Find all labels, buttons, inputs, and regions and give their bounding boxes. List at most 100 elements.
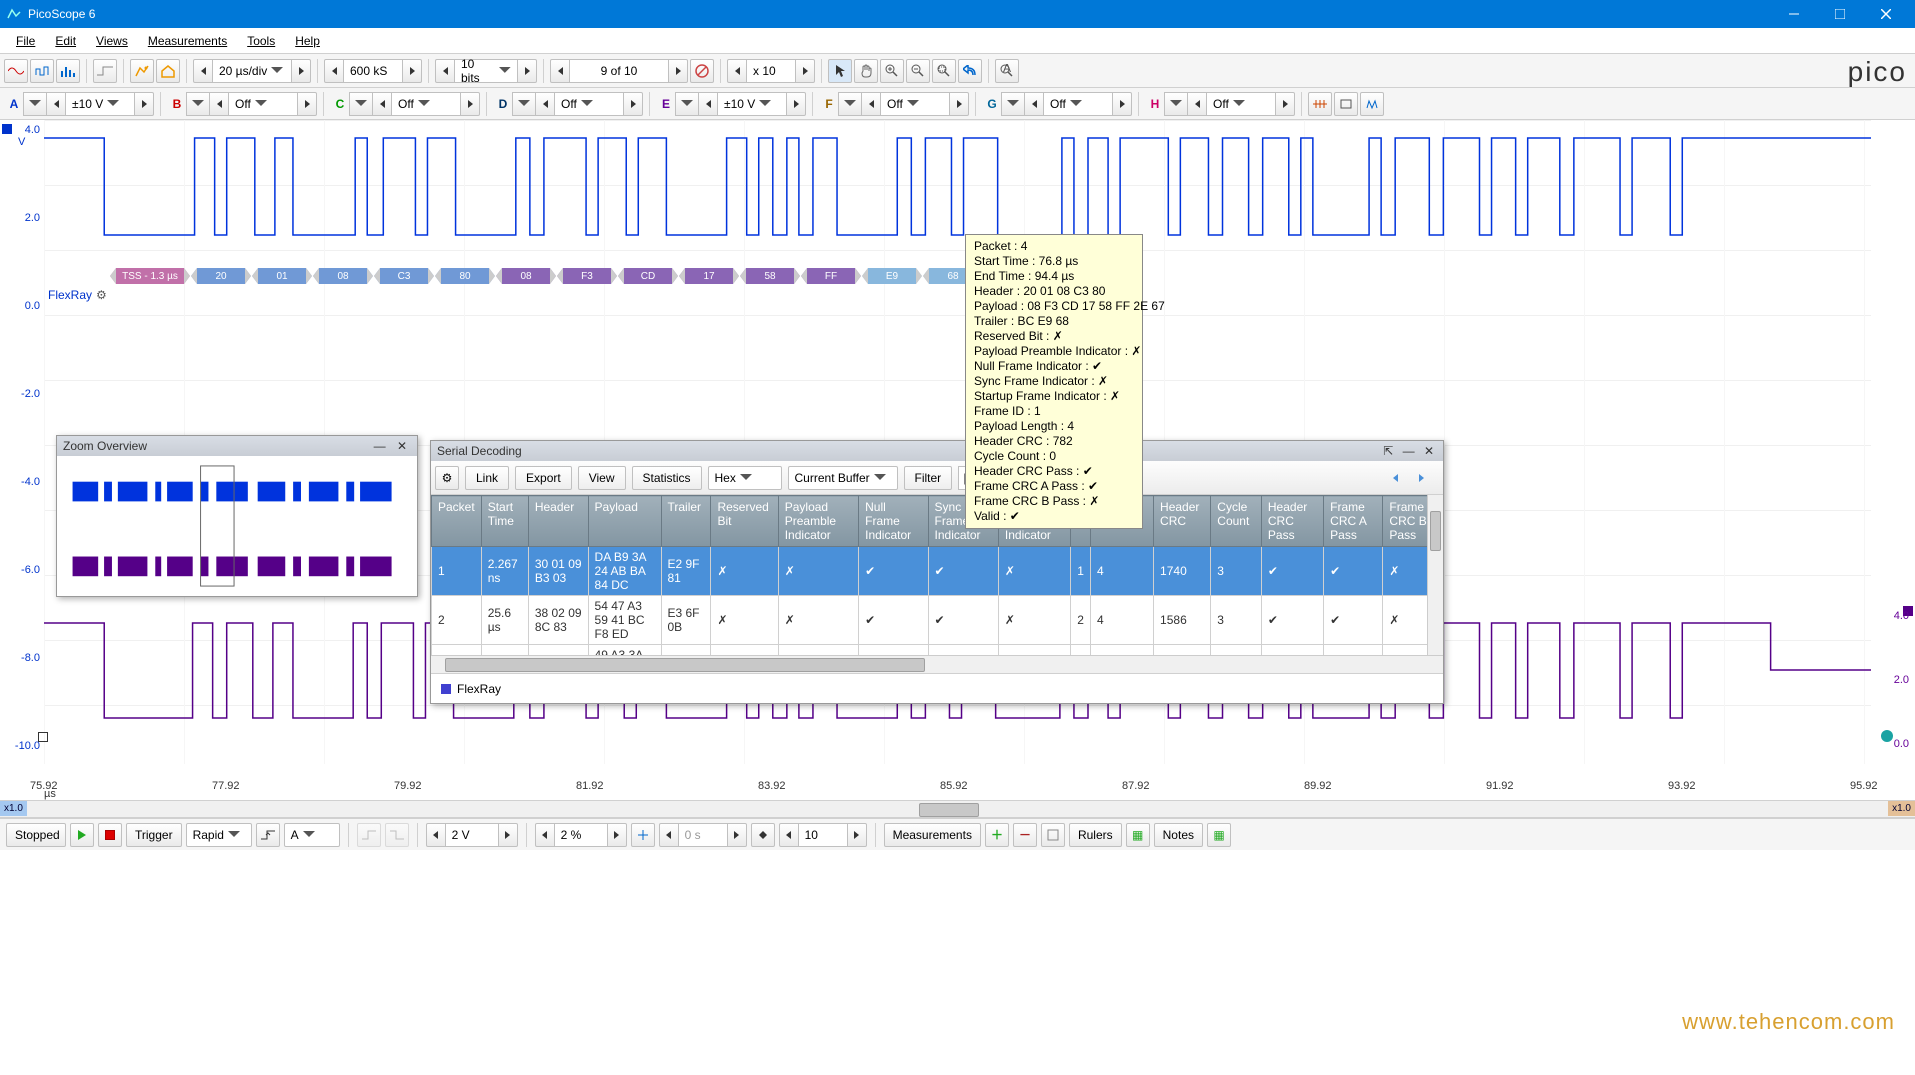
- maximize-button[interactable]: [1817, 0, 1863, 28]
- pretrigger-reset-icon[interactable]: [631, 823, 655, 847]
- channel-b-range[interactable]: Off: [228, 92, 298, 116]
- decode-band[interactable]: TSS - 1.3 µs200108C38008F3CD1758FFE968: [110, 268, 1761, 284]
- channel-c-range-next[interactable]: [460, 92, 480, 116]
- trigger-marker-icon[interactable]: [751, 823, 775, 847]
- serial-buffer-select[interactable]: Current Buffer: [788, 466, 898, 490]
- menu-tools[interactable]: Tools: [237, 30, 285, 52]
- menu-edit[interactable]: Edit: [45, 30, 86, 52]
- serial-pin-icon[interactable]: ⇱: [1380, 444, 1396, 458]
- measurements-add-icon[interactable]: ＋: [985, 823, 1009, 847]
- count-prev[interactable]: [779, 823, 799, 847]
- pointer-tool-icon[interactable]: [828, 59, 852, 83]
- table-header-cell[interactable]: Header CRC: [1154, 496, 1211, 547]
- delay-next[interactable]: [727, 823, 747, 847]
- channel-b-options[interactable]: [186, 92, 210, 116]
- menu-views[interactable]: Views: [86, 30, 138, 52]
- serial-settings-icon[interactable]: ⚙: [435, 466, 459, 490]
- hand-tool-icon[interactable]: [854, 59, 878, 83]
- decode-cell[interactable]: 20: [191, 268, 251, 284]
- serial-view-button[interactable]: View: [578, 466, 626, 490]
- channel-g-range-next[interactable]: [1112, 92, 1132, 116]
- channel-a-range-prev[interactable]: [46, 92, 66, 116]
- bits-select[interactable]: 10 bits: [454, 59, 518, 83]
- trigger-label[interactable]: Trigger: [126, 823, 182, 847]
- channel-e-range-prev[interactable]: [698, 92, 718, 116]
- channel-b-label[interactable]: B: [167, 92, 187, 116]
- channel-h-range-prev[interactable]: [1187, 92, 1207, 116]
- channel-h-range[interactable]: Off: [1206, 92, 1276, 116]
- channel-a-marker[interactable]: [2, 124, 12, 134]
- serial-export-button[interactable]: Export: [515, 466, 572, 490]
- table-row[interactable]: 12.267 ns30 01 09 B3 03DA B9 3A 24 AB BA…: [432, 547, 1443, 596]
- samples-prev[interactable]: [324, 59, 344, 83]
- serial-nav-next[interactable]: [1409, 466, 1433, 490]
- trigger-mode-select[interactable]: Rapid: [186, 823, 252, 847]
- zoom-select[interactable]: x 10: [746, 59, 796, 83]
- pretrigger-next[interactable]: [607, 823, 627, 847]
- auto-setup-icon[interactable]: [130, 59, 154, 83]
- timebase-select[interactable]: 20 µs/div: [212, 59, 292, 83]
- channel-d-range[interactable]: Off: [554, 92, 624, 116]
- trigger-rising-icon[interactable]: [357, 823, 381, 847]
- channel-d-range-next[interactable]: [623, 92, 643, 116]
- measurements-remove-icon[interactable]: －: [1013, 823, 1037, 847]
- measurements-edit-icon[interactable]: [1041, 823, 1065, 847]
- channel-f-options[interactable]: [838, 92, 862, 116]
- channel-e-range[interactable]: ±10 V: [717, 92, 787, 116]
- rulers-button[interactable]: Rulers: [1069, 823, 1122, 847]
- decode-cell[interactable]: 58: [740, 268, 800, 284]
- table-row[interactable]: 351.2 µs60 04 09 4B C349 A3 3A 07 D2 0B …: [432, 645, 1443, 656]
- table-header-cell[interactable]: Frame CRC A Pass: [1324, 496, 1383, 547]
- channel-g-label[interactable]: G: [982, 92, 1002, 116]
- decode-cell[interactable]: CD: [618, 268, 678, 284]
- measurements-button[interactable]: Measurements: [884, 823, 981, 847]
- buffer-select[interactable]: 9 of 10: [569, 59, 669, 83]
- trigger-edge-icon[interactable]: [256, 823, 280, 847]
- channel-c-options[interactable]: [349, 92, 373, 116]
- table-header-cell[interactable]: Cycle Count: [1211, 496, 1262, 547]
- menu-measurements[interactable]: Measurements: [138, 30, 237, 52]
- channel-f-label[interactable]: F: [819, 92, 839, 116]
- table-row[interactable]: 225.6 µs38 02 09 8C 8354 47 A3 59 41 BC …: [432, 596, 1443, 645]
- serial-scrollbar-h[interactable]: [431, 655, 1443, 673]
- serial-statistics-button[interactable]: Statistics: [632, 466, 702, 490]
- serial-scrollbar-v[interactable]: [1427, 495, 1443, 655]
- serial-panel-titlebar[interactable]: Serial Decoding ⇱ — ✕: [431, 441, 1443, 461]
- zoom-overview-plot[interactable]: [57, 456, 417, 596]
- channel-f-range-next[interactable]: [949, 92, 969, 116]
- buffer-prev[interactable]: [550, 59, 570, 83]
- delay-prev[interactable]: [659, 823, 679, 847]
- table-header-cell[interactable]: Start Time: [481, 496, 528, 547]
- channel-h-label[interactable]: H: [1145, 92, 1165, 116]
- decode-cell[interactable]: E9: [862, 268, 922, 284]
- digital-icon[interactable]: [1334, 92, 1358, 116]
- notes-icon[interactable]: ▦: [1207, 823, 1231, 847]
- channel-c-range-prev[interactable]: [372, 92, 392, 116]
- table-header-cell[interactable]: Null Frame Indicator: [859, 496, 928, 547]
- channel-c-label[interactable]: C: [330, 92, 350, 116]
- channel-d-label[interactable]: D: [493, 92, 513, 116]
- decode-cell[interactable]: 01: [252, 268, 312, 284]
- gear-icon[interactable]: ⚙: [96, 288, 107, 302]
- minimize-button[interactable]: [1771, 0, 1817, 28]
- menu-help[interactable]: Help: [285, 30, 330, 52]
- serial-close-icon[interactable]: ✕: [1421, 444, 1437, 458]
- channel-d-range-prev[interactable]: [535, 92, 555, 116]
- trigger-falling-icon[interactable]: [385, 823, 409, 847]
- decode-cell[interactable]: 08: [496, 268, 556, 284]
- channel-a-label[interactable]: A: [4, 92, 24, 116]
- zoom-out-icon[interactable]: [906, 59, 930, 83]
- channel-a-options[interactable]: [23, 92, 47, 116]
- trigger-channel-select[interactable]: A: [284, 823, 340, 847]
- trigger-marker[interactable]: [38, 732, 48, 742]
- notes-button[interactable]: Notes: [1154, 823, 1203, 847]
- channel-g-range-prev[interactable]: [1024, 92, 1044, 116]
- decode-cell[interactable]: F3: [557, 268, 617, 284]
- channel-d-options[interactable]: [512, 92, 536, 116]
- serial-format-select[interactable]: Hex: [708, 466, 782, 490]
- zoom-minimize-icon[interactable]: —: [370, 439, 390, 453]
- zoom-indicator-left[interactable]: x1.0: [0, 801, 27, 816]
- channel-b-range-prev[interactable]: [209, 92, 229, 116]
- serial-link-button[interactable]: Link: [465, 466, 509, 490]
- channel-c-range[interactable]: Off: [391, 92, 461, 116]
